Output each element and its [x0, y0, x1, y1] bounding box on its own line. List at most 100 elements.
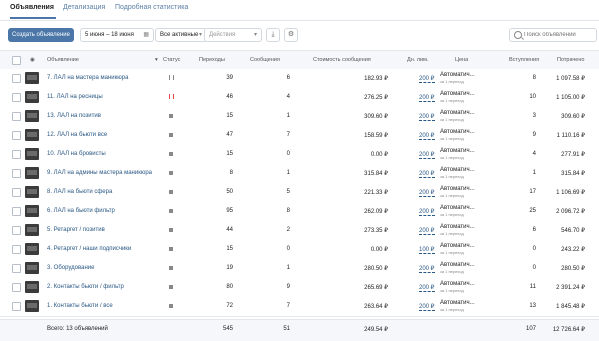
stop-icon[interactable] — [169, 304, 173, 308]
clicks-value: 80 — [226, 284, 233, 290]
daily-limit-value[interactable]: 200 ₽ — [419, 171, 435, 178]
row-checkbox[interactable] — [12, 112, 21, 121]
table-row[interactable]: 5. Ретаргет / позитив 44 2 273.35 ₽ 200 ₽ Авт… — [0, 221, 599, 241]
table-row[interactable]: 6. ЛАЛ на бьюти фильтр 95 8 262.09 ₽ 200 ₽ Ав… — [0, 202, 599, 222]
stop-icon[interactable] — [169, 114, 173, 118]
price-cell[interactable]: Автоматич... за 1 переход — [440, 167, 475, 179]
stop-icon[interactable] — [169, 171, 173, 175]
row-checkbox[interactable] — [12, 131, 21, 140]
daily-limit-value[interactable]: 200 ₽ — [419, 285, 435, 292]
tab-detailed-stats[interactable]: Подробная статистика — [115, 4, 188, 11]
daily-limit-value[interactable]: 200 ₽ — [419, 304, 435, 311]
table-row[interactable]: 7. ЛАЛ на мастера маникюра 39 6 182.93 ₽ 200… — [0, 69, 599, 89]
tab-details[interactable]: Детализация — [63, 4, 105, 11]
stop-icon[interactable] — [169, 228, 173, 232]
daily-limit-value[interactable]: 200 ₽ — [419, 133, 435, 140]
daily-limit-value[interactable]: 100 ₽ — [419, 247, 435, 254]
row-checkbox[interactable] — [12, 264, 21, 273]
table-row[interactable]: 4. Ретаргет / наши подписчики 15 0 0.00 ₽ 10… — [0, 240, 599, 260]
row-checkbox[interactable] — [12, 245, 21, 254]
ad-name-link[interactable]: 10. ЛАЛ на бровисты — [47, 151, 106, 157]
col-daily-limit[interactable]: Дн. лим. — [407, 57, 428, 63]
row-checkbox[interactable] — [12, 74, 21, 83]
row-checkbox[interactable] — [12, 150, 21, 159]
row-checkbox[interactable] — [12, 169, 21, 178]
row-checkbox[interactable] — [12, 188, 21, 197]
daily-limit-value[interactable]: 200 ₽ — [419, 190, 435, 197]
ad-name-link[interactable]: 8. ЛАЛ на бьюти сфера — [47, 189, 112, 195]
ad-name-link[interactable]: 2. Контакты бьюти / фильтр — [47, 284, 124, 290]
row-checkbox[interactable] — [12, 226, 21, 235]
table-row[interactable]: 9. ЛАЛ на админы мастера маникюра 8 1 315.8… — [0, 164, 599, 184]
table-row[interactable]: 2. Контакты бьюти / фильтр 80 9 265.69 ₽ 200… — [0, 278, 599, 298]
create-ad-button[interactable]: Создать объявление — [8, 28, 74, 42]
ad-name-link[interactable]: 6. ЛАЛ на бьюти фильтр — [47, 208, 115, 214]
col-status[interactable]: Статус — [163, 57, 180, 63]
table-row[interactable]: 11. ЛАЛ на ресницы 46 4 276.25 ₽ 200 ₽ Автома… — [0, 88, 599, 108]
daily-limit-value[interactable]: 200 ₽ — [419, 76, 435, 83]
daily-limit-value[interactable]: 200 ₽ — [419, 228, 435, 235]
col-spent[interactable]: Потрачено — [557, 57, 584, 63]
table-row[interactable]: 12. ЛАЛ на бьюти все 47 7 158.59 ₽ 200 ₽ Авто… — [0, 126, 599, 146]
pause-icon[interactable] — [169, 75, 174, 80]
col-clicks[interactable]: Переходы — [199, 57, 225, 63]
stop-icon[interactable] — [169, 285, 173, 289]
date-range-picker[interactable]: 5 июня – 18 июня ▦ — [80, 28, 154, 42]
ad-name-link[interactable]: 4. Ретаргет / наши подписчики — [47, 246, 131, 252]
col-cost-per-message[interactable]: Стоимость сообщения — [313, 57, 371, 63]
col-joins[interactable]: Вступления — [509, 57, 539, 63]
daily-limit-value[interactable]: 200 ₽ — [419, 95, 435, 102]
table-row[interactable]: 3. Оборудование 19 1 280.50 ₽ 200 ₽ Автоматич… — [0, 259, 599, 279]
price-cell[interactable]: Автоматич... за 1 переход — [440, 129, 475, 141]
price-cell[interactable]: Автоматич... за 1 переход — [440, 262, 475, 274]
tab-ads[interactable]: Объявления — [10, 4, 54, 11]
price-cell[interactable]: Автоматич... за 1 переход — [440, 300, 475, 312]
stop-icon[interactable] — [169, 133, 173, 137]
ad-name-link[interactable]: 13. ЛАЛ на позитив — [47, 113, 101, 119]
col-messages[interactable]: Сообщения — [250, 57, 280, 63]
row-checkbox[interactable] — [12, 207, 21, 216]
stop-icon[interactable] — [169, 190, 173, 194]
pause-icon[interactable] — [169, 94, 174, 99]
ad-name-link[interactable]: 1. Контакты бьюти / все — [47, 303, 113, 309]
price-cell[interactable]: Автоматич... за 1 переход — [440, 281, 475, 293]
table-row[interactable]: 13. ЛАЛ на позитив 15 1 309.60 ₽ 200 ₽ Автома… — [0, 107, 599, 127]
select-all-checkbox[interactable] — [12, 56, 21, 65]
ad-name-link[interactable]: 9. ЛАЛ на админы мастера маникюра — [47, 170, 152, 176]
price-cell[interactable]: Автоматич... за 1 переход — [440, 205, 475, 217]
price-cell[interactable]: Автоматич... за 1 переход — [440, 91, 475, 103]
daily-limit-value[interactable]: 200 ₽ — [419, 266, 435, 273]
ad-name-link[interactable]: 5. Ретаргет / позитив — [47, 227, 105, 233]
price-cell[interactable]: Автоматич... за 1 переход — [440, 243, 475, 255]
row-checkbox[interactable] — [12, 93, 21, 102]
table-row[interactable]: 1. Контакты бьюти / все 72 7 263.64 ₽ 200 ₽ А… — [0, 297, 599, 317]
stop-icon[interactable] — [169, 247, 173, 251]
ad-name-link[interactable]: 7. ЛАЛ на мастера маникюра — [47, 75, 128, 81]
sort-icon[interactable]: ▾ — [155, 57, 158, 63]
stop-icon[interactable] — [169, 152, 173, 156]
stop-icon[interactable] — [169, 266, 173, 270]
ad-name-link[interactable]: 12. ЛАЛ на бьюти все — [47, 132, 107, 138]
row-checkbox[interactable] — [12, 283, 21, 292]
download-button[interactable]: ⤓ — [266, 28, 280, 42]
ad-name-link[interactable]: 3. Оборудование — [47, 265, 94, 271]
ad-name-link[interactable]: 11. ЛАЛ на ресницы — [47, 94, 103, 100]
table-row[interactable]: 8. ЛАЛ на бьюти сфера 50 5 221.33 ₽ 200 ₽ Авт… — [0, 183, 599, 203]
settings-button[interactable]: ⚙ — [284, 28, 298, 42]
price-cell[interactable]: Автоматич... за 1 переход — [440, 186, 475, 198]
search-input[interactable] — [524, 29, 594, 41]
price-cell[interactable]: Автоматич... за 1 переход — [440, 72, 475, 84]
status-filter-select[interactable]: Все активные ▾ — [155, 28, 207, 42]
col-name[interactable]: Объявление — [47, 57, 79, 63]
daily-limit-value[interactable]: 200 ₽ — [419, 152, 435, 159]
actions-select[interactable]: Действия ▾ — [204, 28, 262, 42]
table-row[interactable]: 10. ЛАЛ на бровисты 15 0 0.00 ₽ 200 ₽ Автомат… — [0, 145, 599, 165]
price-cell[interactable]: Автоматич... за 1 переход — [440, 110, 475, 122]
stop-icon[interactable] — [169, 209, 173, 213]
price-cell[interactable]: Автоматич... за 1 переход — [440, 148, 475, 160]
daily-limit-value[interactable]: 200 ₽ — [419, 114, 435, 121]
col-price[interactable]: Цена — [455, 57, 468, 63]
price-cell[interactable]: Автоматич... за 1 переход — [440, 224, 475, 236]
row-checkbox[interactable] — [12, 302, 21, 311]
daily-limit-value[interactable]: 200 ₽ — [419, 209, 435, 216]
